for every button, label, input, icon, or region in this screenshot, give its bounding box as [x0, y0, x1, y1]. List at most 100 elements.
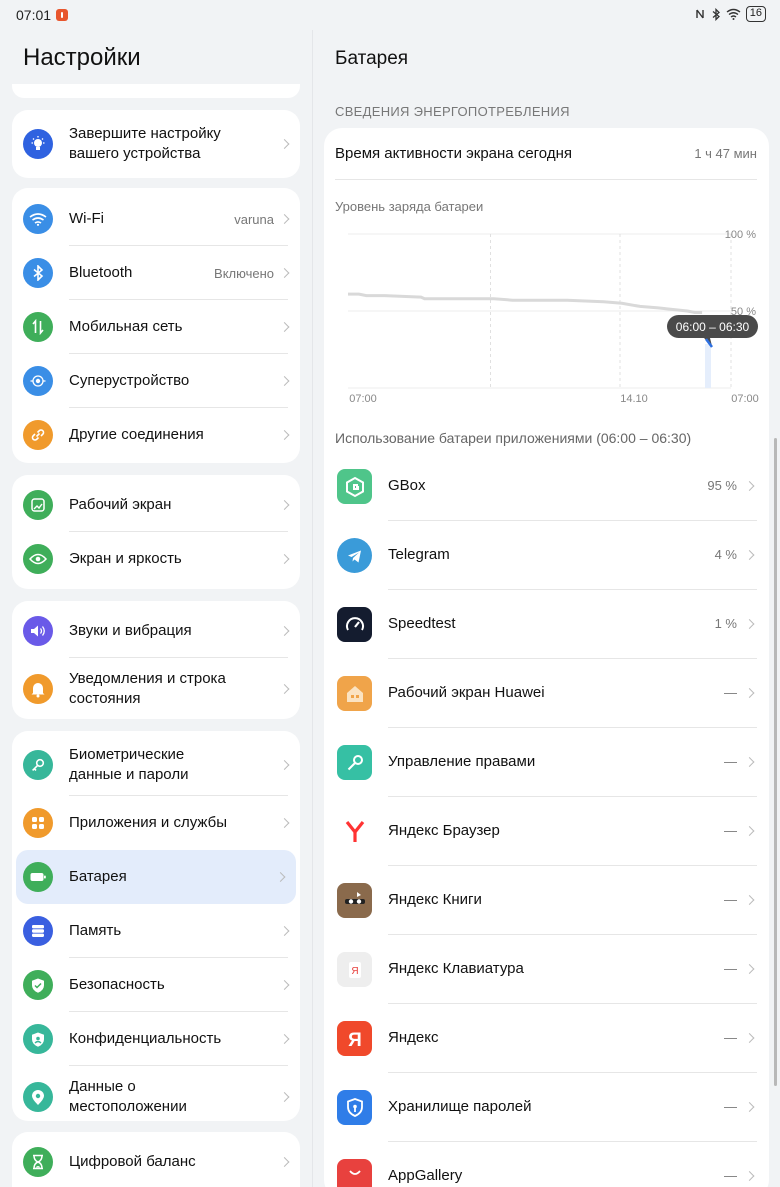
- link-icon: [23, 420, 53, 450]
- eye-icon: [23, 544, 53, 574]
- yandex-icon: Я: [337, 1021, 372, 1056]
- scrolled-group-edge: [12, 84, 300, 98]
- sound-group: Звуки и вибрация Уведомления и строка со…: [12, 601, 300, 719]
- app-usage-row-рабочий-экран-huawei[interactable]: Рабочий экран Huawei —: [324, 659, 769, 728]
- chevron-right-icon: [279, 322, 290, 332]
- chevron-right-icon: [279, 760, 290, 770]
- settings-item-label: Wi-Fi: [69, 210, 104, 227]
- scrollbar[interactable]: [774, 438, 777, 1086]
- chart-tooltip: 06:00 – 06:30: [667, 315, 758, 388]
- settings-item-bluetooth[interactable]: Bluetooth Включено: [12, 246, 300, 300]
- wifi-status-icon: [726, 8, 741, 20]
- chevron-right-icon: [279, 214, 290, 224]
- battery-detail-pane: Батарея СВЕДЕНИЯ ЭНЕРГОПОТРЕБЛЕНИЯ Время…: [312, 30, 780, 1187]
- settings-item-location[interactable]: Данные о местоположении: [12, 1066, 300, 1128]
- recording-icon: [56, 9, 68, 21]
- app-usage-percent: —: [724, 823, 737, 838]
- chevron-right-icon: [744, 550, 755, 560]
- screen-time-row[interactable]: Время активности экрана сегодня 1 ч 47 м…: [335, 128, 757, 180]
- app-usage-row-яндекс[interactable]: Я Яндекс —: [324, 1004, 769, 1073]
- app-usage-row-яндекс-браузер[interactable]: Яндекс Браузер —: [324, 797, 769, 866]
- app-usage-percent: —: [724, 1030, 737, 1045]
- settings-item-label: Цифровой баланс: [69, 1153, 196, 1170]
- app-name: Яндекс: [388, 1029, 439, 1046]
- settings-item-apps[interactable]: Приложения и службы: [12, 796, 300, 850]
- settings-item-privacy[interactable]: Конфиденциальность: [12, 1012, 300, 1066]
- app-usage-percent: —: [724, 1168, 737, 1183]
- privacy-icon: [23, 1024, 53, 1054]
- battery-level-line: [348, 292, 703, 314]
- section-caption: СВЕДЕНИЯ ЭНЕРГОПОТРЕБЛЕНИЯ: [335, 104, 570, 119]
- battery-level-chart[interactable]: 100 %50 %07:00 14.10 07:00 06:00 – 06:30: [324, 226, 769, 416]
- storage-icon: [23, 916, 53, 946]
- chevron-right-icon: [279, 1092, 290, 1102]
- app-usage-percent: —: [724, 685, 737, 700]
- chevron-right-icon: [279, 430, 290, 440]
- chevron-right-icon: [279, 626, 290, 636]
- app-usage-percent: —: [724, 961, 737, 976]
- app-usage-percent: —: [724, 1099, 737, 1114]
- settings-item-security[interactable]: Безопасность: [12, 958, 300, 1012]
- chevron-right-icon: [744, 1102, 755, 1112]
- appgallery-icon: [337, 1159, 372, 1187]
- connectivity-group: Wi-Fi varuna Bluetooth Включено Мобильна…: [12, 188, 300, 463]
- settings-item-label: Конфиденциальность: [69, 1030, 222, 1047]
- settings-item-super-device[interactable]: Суперустройство: [12, 354, 300, 408]
- x-tick-label: 14.10: [620, 393, 648, 405]
- settings-item-value: Включено: [214, 265, 274, 281]
- screen-time-value: 1 ч 47 мин: [694, 146, 757, 161]
- settings-item-wifi[interactable]: Wi-Fi varuna: [12, 192, 300, 246]
- chevron-right-icon: [744, 481, 755, 491]
- app-usage-row-gbox[interactable]: GBox 95 %: [324, 452, 769, 521]
- settings-item-display-brightness[interactable]: Экран и яркость: [12, 532, 300, 586]
- chevron-right-icon: [744, 619, 755, 629]
- bell-icon: [23, 674, 53, 704]
- app-usage-row-управление-правами[interactable]: Управление правами —: [324, 728, 769, 797]
- settings-item-mobile-network[interactable]: Мобильная сеть: [12, 300, 300, 354]
- app-name: Хранилище паролей: [388, 1098, 532, 1115]
- svg-text:Я: Я: [348, 1030, 362, 1050]
- settings-item-other-connections[interactable]: Другие соединения: [12, 408, 300, 462]
- app-usage-row-яндекс-клавиатура[interactable]: Я Яндекс Клавиатура —: [324, 935, 769, 1004]
- battery-icon: [23, 862, 53, 892]
- settings-item-label: Приложения и службы: [69, 814, 227, 831]
- chevron-right-icon: [279, 268, 290, 278]
- settings-item-label: Батарея: [69, 868, 127, 885]
- settings-item-biometrics[interactable]: Биометрические данные и пароли: [12, 734, 300, 796]
- app-usage-row-хранилище-паролей[interactable]: Хранилище паролей —: [324, 1073, 769, 1142]
- settings-item-label: Мобильная сеть: [69, 318, 183, 335]
- chevron-right-icon: [279, 376, 290, 386]
- settings-item-label: Память: [69, 922, 122, 939]
- app-name: Speedtest: [388, 615, 456, 632]
- chevron-right-icon: [744, 1171, 755, 1181]
- tooltip-label: 06:00 – 06:30: [676, 320, 750, 334]
- app-name: Telegram: [388, 546, 450, 563]
- app-usage-percent: —: [724, 754, 737, 769]
- chevron-right-icon: [275, 872, 286, 882]
- settings-item-label: Звуки и вибрация: [69, 622, 192, 639]
- app-name: Яндекс Браузер: [388, 822, 500, 839]
- settings-item-storage[interactable]: Память: [12, 904, 300, 958]
- chevron-right-icon: [744, 964, 755, 974]
- settings-item-battery[interactable]: Батарея: [16, 850, 296, 904]
- svg-text:Я: Я: [351, 966, 358, 977]
- settings-item-home-screen[interactable]: Рабочий экран: [12, 478, 300, 532]
- sound-icon: [23, 616, 53, 646]
- settings-item-label: Данные о местоположении: [69, 1078, 187, 1115]
- settings-item-digital-balance[interactable]: Цифровой баланс: [12, 1135, 300, 1187]
- power-card: Время активности экрана сегодня 1 ч 47 м…: [324, 128, 769, 1187]
- app-usage-row-speedtest[interactable]: Speedtest 1 %: [324, 590, 769, 659]
- chevron-right-icon: [279, 500, 290, 510]
- settings-item-label: Безопасность: [69, 976, 165, 993]
- page-title: Настройки: [23, 44, 141, 71]
- app-usage-row-appgallery[interactable]: AppGallery —: [324, 1142, 769, 1187]
- screen-time-label: Время активности экрана сегодня: [335, 145, 572, 162]
- setup-row[interactable]: Завершите настройку вашего устройства: [12, 110, 300, 178]
- settings-item-label: Другие соединения: [69, 426, 204, 443]
- app-usage-row-яндекс-книги[interactable]: Яндекс Книги —: [324, 866, 769, 935]
- settings-item-notifications[interactable]: Уведомления и строка состояния: [12, 658, 300, 720]
- app-usage-row-telegram[interactable]: Telegram 4 %: [324, 521, 769, 590]
- settings-item-label: Биометрические данные и пароли: [69, 746, 189, 783]
- huawei-home-icon: [337, 676, 372, 711]
- settings-item-sounds[interactable]: Звуки и вибрация: [12, 604, 300, 658]
